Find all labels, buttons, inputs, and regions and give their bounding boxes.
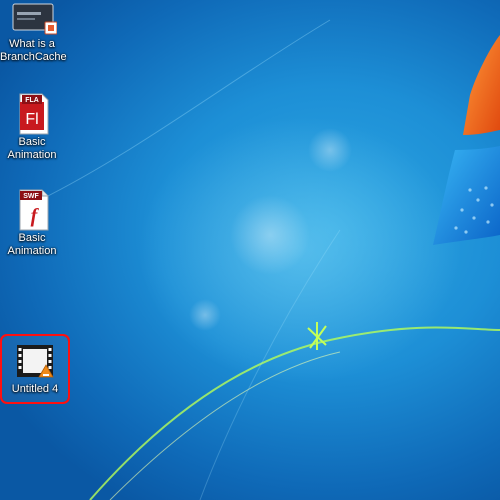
logo-orange-pane — [463, 35, 500, 135]
desktop[interactable]: What is a BranchCache FLA Fl Basic Anima… — [0, 0, 500, 500]
fla-glyph: Fl — [25, 111, 38, 128]
swf-badge: SWF — [23, 193, 39, 200]
desktop-icon-basic-animation-fla[interactable]: FLA Fl Basic Animation — [0, 92, 64, 162]
windows-7-wallpaper — [39, 19, 500, 500]
logo-blue-pane — [433, 146, 500, 245]
icon-label: Untitled 4 — [11, 383, 59, 395]
video-file-icon — [17, 345, 54, 378]
desktop-icon-untitled-4[interactable]: Untitled 4 — [0, 334, 70, 404]
flash-fla-file-icon: FLA Fl — [19, 93, 49, 135]
desktop-icon-what-is-a-branchcache[interactable]: What is a BranchCache — [0, 0, 67, 64]
green-sparkle — [307, 322, 327, 350]
video-thumbnail-icon — [12, 3, 57, 35]
icon-label-line1: Basic — [18, 136, 46, 148]
icon-label-line1: Basic — [18, 232, 46, 244]
icon-label-line2: Animation — [7, 149, 57, 161]
icon-label-line1: What is a — [9, 38, 55, 50]
fla-badge: FLA — [25, 97, 39, 104]
icon-label-line2: BranchCache — [0, 51, 67, 63]
icon-label-line2: Animation — [7, 245, 57, 257]
flash-swf-file-icon: SWF f — [19, 189, 49, 231]
desktop-icon-basic-animation-swf[interactable]: SWF f Basic Animation — [0, 188, 64, 258]
